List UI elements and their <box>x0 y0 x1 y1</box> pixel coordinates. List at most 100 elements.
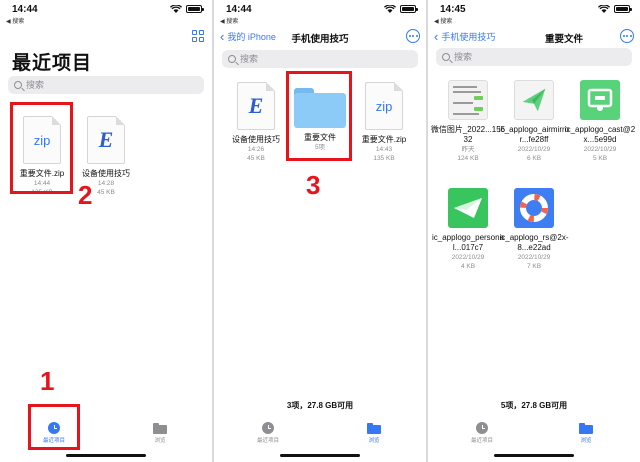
folder-screen-important: 14:45 ◀ 搜索 ‹手机使用技巧 重要文件 微信图片_2022...1553… <box>428 0 640 462</box>
status-time: 14:44 <box>12 4 38 15</box>
file-date: 2022/10/29 <box>517 146 551 153</box>
battery-icon <box>400 5 418 13</box>
file-item-image[interactable]: ic_applogo_personal...017c7 2022/10/29 4… <box>430 188 506 271</box>
document-icon: E <box>87 116 125 164</box>
storage-info: 5项，27.8 GB可用 <box>500 401 568 410</box>
search-input[interactable] <box>240 54 400 64</box>
file-name: 设备使用技巧 <box>82 169 130 178</box>
file-item-image[interactable]: ic_applogo_airmirror...fe28ff 2022/10/29… <box>496 80 572 163</box>
file-name: ic_applogo_personal...017c7 <box>431 233 505 252</box>
chevron-left-icon: ‹ <box>434 28 439 44</box>
tab-label: 最近项目 <box>42 438 65 444</box>
tab-label: 浏览 <box>580 438 592 444</box>
file-name: 重要文件.zip <box>361 135 407 144</box>
wifi-icon <box>384 5 396 13</box>
file-name: ic_applogo_cast@2x...5e99d <box>564 125 636 144</box>
back-to-search-link[interactable]: ◀ 搜索 <box>220 16 238 25</box>
view-grid-icon[interactable] <box>192 30 204 42</box>
file-name: ic_applogo_rs@2x-8...e22ad <box>499 233 569 252</box>
system-icons <box>384 5 418 13</box>
file-date: 2022/10/29 <box>517 254 551 261</box>
tab-browse[interactable]: 浏览 <box>556 422 616 444</box>
file-time: 14:43 <box>375 146 393 153</box>
home-indicator <box>494 454 574 457</box>
nav-bar: ‹ 手机使用技巧 重要文件 <box>428 28 640 46</box>
annotation-step-3: 3 <box>306 170 321 200</box>
wifi-icon <box>170 5 182 13</box>
annotation-step-2: 2 <box>78 180 93 210</box>
status-time: 14:45 <box>440 4 466 15</box>
home-indicator <box>280 454 360 457</box>
wifi-icon <box>598 5 610 13</box>
folder-icon <box>367 423 381 434</box>
nav-title: 重要文件 <box>544 34 583 45</box>
back-to-search-link[interactable]: ◀ 搜索 <box>6 16 24 25</box>
system-icons <box>170 5 204 13</box>
tab-recents[interactable]: 最近项目 <box>24 422 84 444</box>
battery-icon <box>186 5 204 13</box>
file-date: 2022/10/29 <box>451 254 485 261</box>
search-bar[interactable] <box>222 50 418 68</box>
more-options-icon[interactable] <box>620 29 634 43</box>
search-icon <box>442 53 450 61</box>
more-options-icon[interactable] <box>406 29 420 43</box>
tab-recents[interactable]: 最近项目 <box>452 422 512 444</box>
recents-screen: 14:44 ◀ 搜索 最近项目 zip 重要文件.zip 14:44 135 K… <box>0 0 212 462</box>
search-input[interactable] <box>454 52 614 62</box>
chat-screenshot-thumbnail <box>448 80 488 120</box>
nav-bar: ‹ 我的 iPhone 手机使用技巧 <box>214 28 426 46</box>
file-size: 135 KB <box>373 155 395 162</box>
tab-label: 浏览 <box>154 438 166 444</box>
file-item-zip[interactable]: zip 重要文件.zip 14:43 135 KB <box>346 82 422 163</box>
search-bar[interactable] <box>436 48 632 66</box>
file-size: 7 KB <box>526 263 542 270</box>
system-icons <box>598 5 632 13</box>
file-size: 4 KB <box>460 263 476 270</box>
search-icon <box>14 81 22 89</box>
file-name: 微信图片_2022...15532 <box>430 125 506 144</box>
file-item-image[interactable]: 微信图片_2022...15532 昨天 124 KB <box>430 80 506 163</box>
lifebuoy-logo-thumbnail <box>514 188 554 228</box>
folder-screen-tips: 14:44 ◀ 搜索 ‹我的 iPhone 手机使用技巧 E 设备使用技巧 14… <box>214 0 426 462</box>
document-icon: E <box>237 82 275 130</box>
back-to-search-link[interactable]: ◀ 搜索 <box>434 16 452 25</box>
airmirror-logo-thumbnail <box>514 80 554 120</box>
file-item-image[interactable]: ic_applogo_cast@2x...5e99d 2022/10/29 5 … <box>562 80 638 163</box>
status-time: 14:44 <box>226 4 252 15</box>
tab-browse[interactable]: 浏览 <box>344 422 404 444</box>
tab-label: 最近项目 <box>470 438 493 444</box>
page-title: 最近项目 <box>12 53 93 74</box>
search-icon <box>228 55 236 63</box>
search-input[interactable] <box>26 80 186 90</box>
file-name: ic_applogo_airmirror...fe28ff <box>498 125 570 144</box>
back-button[interactable]: ‹ 手机使用技巧 <box>434 30 495 43</box>
tab-recents[interactable]: 最近项目 <box>238 422 298 444</box>
file-size: 45 KB <box>247 155 265 162</box>
nav-title: 手机使用技巧 <box>291 34 349 45</box>
cast-logo-thumbnail <box>580 80 620 120</box>
clock-icon <box>476 422 488 434</box>
file-date: 2022/10/29 <box>583 146 617 153</box>
status-bar: 14:45 ◀ 搜索 <box>428 0 640 26</box>
file-size: 6 KB <box>526 155 542 162</box>
annotation-box <box>286 71 352 161</box>
search-bar[interactable] <box>8 76 204 94</box>
folder-icon <box>579 423 593 434</box>
file-date: 昨天 <box>461 146 475 153</box>
status-bar: 14:44 ◀ 搜索 <box>0 0 212 26</box>
zip-file-icon: zip <box>365 82 403 130</box>
tab-label: 最近项目 <box>256 438 279 444</box>
tab-browse[interactable]: 浏览 <box>130 422 190 444</box>
storage-info: 3项，27.8 GB可用 <box>286 401 354 410</box>
annotation-step-1: 1 <box>40 366 55 396</box>
annotation-box <box>10 102 73 194</box>
status-bar: 14:44 ◀ 搜索 <box>214 0 426 26</box>
clock-icon <box>48 422 60 434</box>
file-size: 5 KB <box>592 155 608 162</box>
clock-icon <box>262 422 274 434</box>
folder-icon <box>153 423 167 434</box>
personal-logo-thumbnail <box>448 188 488 228</box>
file-item-image[interactable]: ic_applogo_rs@2x-8...e22ad 2022/10/29 7 … <box>496 188 572 271</box>
file-size: 124 KB <box>457 155 479 162</box>
home-indicator <box>66 454 146 457</box>
